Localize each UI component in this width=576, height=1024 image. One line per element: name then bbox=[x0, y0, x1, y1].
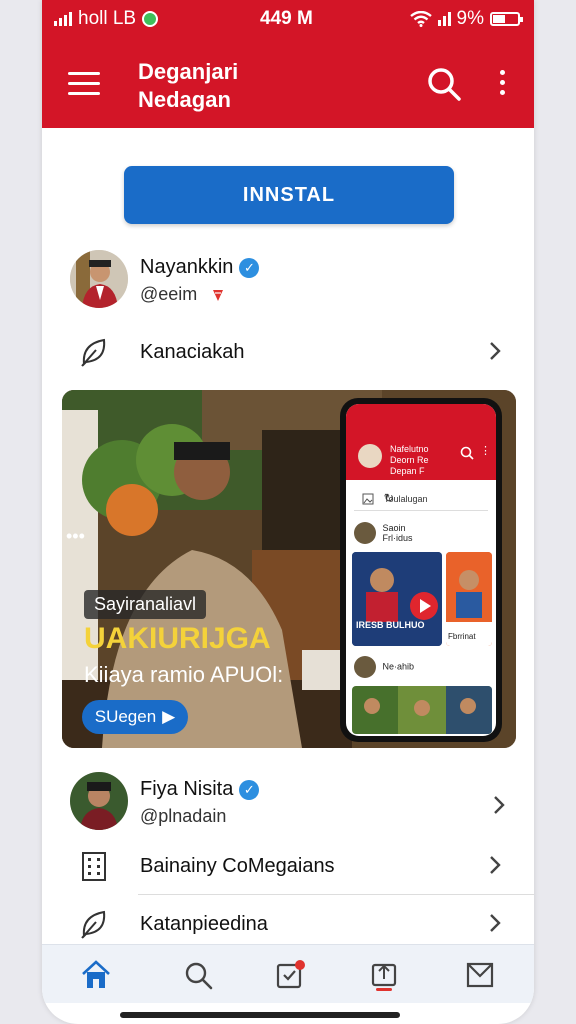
mini-phone-mockup: Nafelutno Deorn Re Depan F ⋮ Toulalugan … bbox=[340, 398, 502, 742]
mini-title-line1: Nafelutno bbox=[390, 444, 429, 454]
location-pin-icon bbox=[213, 290, 224, 302]
more-options-icon[interactable] bbox=[500, 70, 506, 100]
status-right: 9% bbox=[409, 8, 523, 30]
signal-icon bbox=[54, 12, 72, 26]
leaf-icon bbox=[81, 910, 106, 939]
mini-row-avatar bbox=[354, 522, 376, 544]
clock: 449 M bbox=[260, 8, 313, 29]
mini-video-card: IRESB BULHUO bbox=[352, 552, 442, 646]
mail-icon[interactable] bbox=[464, 959, 496, 991]
banner-chip: Sayiranaliavl bbox=[84, 590, 207, 619]
mini-avatar bbox=[358, 444, 382, 468]
search-icon[interactable] bbox=[182, 959, 214, 991]
mini-kebab-icon: ⋮ bbox=[480, 445, 491, 457]
app-title-line1: Deganjari bbox=[138, 59, 239, 84]
cell-signal-icon bbox=[437, 12, 451, 26]
battery-percent: 9% bbox=[456, 8, 484, 29]
mini-phone-screen: Nafelutno Deorn Re Depan F ⋮ Toulalugan … bbox=[346, 404, 496, 736]
profile-card-1[interactable]: Nayankkin ✓ @eeim bbox=[70, 250, 510, 312]
status-left: holl LB bbox=[54, 8, 159, 30]
phone-frame: holl LB 449 M 9% Deganjari Nedagan INNST… bbox=[42, 0, 534, 1024]
profile-name: Fiya Nisita ✓ bbox=[140, 778, 260, 801]
mini-thumbnail-strip bbox=[352, 686, 492, 734]
mini-title-line3: Depan F bbox=[390, 466, 425, 476]
list-row-katanpieedina[interactable]: Katanpieedina bbox=[78, 902, 502, 946]
home-icon[interactable] bbox=[80, 959, 112, 991]
mini-search-icon bbox=[460, 446, 474, 460]
carrier-label: holl LB bbox=[78, 8, 137, 29]
row-label: Bainainy CoMegaians bbox=[140, 854, 335, 877]
chevron-right-icon bbox=[490, 342, 501, 360]
profile-name-text: Nayankkin bbox=[140, 256, 234, 278]
leaf-icon bbox=[81, 338, 106, 367]
row-label: Katanpieedina bbox=[140, 912, 268, 935]
mini-list-row-1: Saoin Frl·idus bbox=[354, 522, 413, 544]
mini-row-sub: Frl·idus bbox=[382, 533, 413, 543]
app-notification-icon bbox=[142, 11, 159, 27]
profile-card-2[interactable]: Fiya Nisita ✓ @plnadain bbox=[70, 772, 510, 834]
chevron-right-icon bbox=[494, 796, 505, 814]
mini-row-name: Saoin bbox=[382, 523, 406, 533]
building-icon bbox=[82, 852, 106, 881]
notifications-icon[interactable] bbox=[274, 959, 306, 991]
app-title-line2: Nedagan bbox=[138, 87, 231, 112]
avatar[interactable] bbox=[70, 772, 128, 830]
mini-title: Nafelutno Deorn Re Depan F bbox=[390, 444, 429, 477]
verified-badge-icon: ✓ bbox=[239, 779, 260, 800]
mini-refresh-icon: ↻ bbox=[384, 491, 395, 505]
mini-title-line2: Deorn Re bbox=[390, 455, 429, 465]
mini-app-bar: Nafelutno Deorn Re Depan F ⋮ bbox=[346, 404, 496, 480]
divider bbox=[138, 894, 534, 895]
mini-row2-name: Ne·ahib bbox=[382, 661, 415, 672]
banner-cta-button[interactable]: SUegen ▶ bbox=[82, 700, 188, 734]
chevron-right-icon bbox=[490, 856, 501, 874]
wifi-icon bbox=[409, 11, 432, 27]
profile-name: Nayankkin ✓ bbox=[140, 256, 260, 279]
profile-handle: @plnadain bbox=[140, 806, 227, 826]
app-bar: Deganjari Nedagan bbox=[42, 40, 534, 128]
verified-badge-icon: ✓ bbox=[239, 257, 260, 278]
search-icon[interactable] bbox=[426, 66, 462, 102]
profile-name-text: Fiya Nisita bbox=[140, 778, 234, 800]
mini-side-card-text: Fbrrinat bbox=[448, 632, 476, 641]
list-row-bainainy[interactable]: Bainainy CoMegaians bbox=[78, 844, 502, 888]
mini-image-icon bbox=[362, 493, 374, 505]
banner-headline: UAKIURIJGA bbox=[84, 622, 271, 655]
profile-handle: @eeim bbox=[140, 284, 224, 305]
banner-subtitle: Kiiaya ramio APUOl: bbox=[84, 662, 284, 687]
hamburger-icon[interactable] bbox=[68, 72, 100, 96]
profile-handle-text: @eeim bbox=[140, 284, 198, 304]
install-button[interactable]: INNSTAL bbox=[124, 166, 454, 224]
list-row-kanaciakah[interactable]: Kanaciakah bbox=[78, 330, 502, 374]
mini-row2-avatar bbox=[354, 656, 376, 678]
promo-banner[interactable]: ••• Sayiranaliavl UAKIURIJGA Kiiaya rami… bbox=[62, 390, 516, 748]
repost-icon[interactable] bbox=[368, 959, 400, 991]
mini-side-card: Fbrrinat bbox=[446, 552, 492, 646]
row-label: Kanaciakah bbox=[140, 340, 245, 363]
mini-card-text: IRESB BULHUO bbox=[356, 620, 425, 630]
battery-icon bbox=[490, 12, 523, 26]
bottom-navigation bbox=[42, 944, 534, 1003]
banner-cta-label: SUegen bbox=[94, 707, 157, 726]
home-indicator bbox=[120, 1012, 400, 1018]
mini-search-row: Toulalugan ↻ bbox=[354, 488, 488, 511]
chevron-right-icon bbox=[490, 914, 501, 932]
avatar[interactable] bbox=[70, 250, 128, 308]
play-arrow-icon: ▶ bbox=[162, 707, 176, 726]
carousel-dots: ••• bbox=[66, 526, 85, 546]
app-title: Deganjari Nedagan bbox=[138, 58, 238, 114]
status-bar: holl LB 449 M 9% bbox=[42, 0, 534, 40]
mini-list-row-2: Ne·ahib bbox=[354, 656, 414, 678]
